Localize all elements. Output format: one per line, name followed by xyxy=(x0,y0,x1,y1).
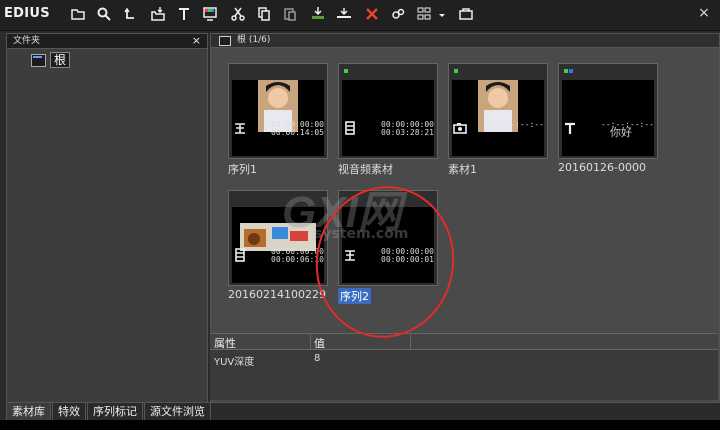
bin-panel-header: 根 (1/6) xyxy=(211,34,719,48)
clip-item[interactable]: 00:00:00:00 00:00:14:05 序列1 xyxy=(228,63,328,176)
clip-name: 序列2 xyxy=(338,288,371,304)
clip-thumbnail: --:--:--:-- xyxy=(448,63,548,159)
video-indicator xyxy=(344,69,348,73)
audio-indicator xyxy=(569,69,573,73)
title-icon xyxy=(563,121,577,135)
bin-panel-title: 根 (1/6) xyxy=(237,35,271,45)
tree-root-item[interactable]: 根 xyxy=(31,52,71,68)
tab-sequence-markers[interactable]: 序列标记 xyxy=(87,402,143,421)
properties-col-value: 值 xyxy=(314,337,325,350)
properties-col-name: 属性 xyxy=(214,337,236,350)
view-icon[interactable] xyxy=(414,4,434,24)
tab-source-browser[interactable]: 源文件浏览 xyxy=(144,402,211,421)
folder-panel-close-button[interactable]: × xyxy=(192,34,201,48)
properties-panel: 属性 值 YUV深度 8 xyxy=(210,333,718,400)
thumbnail-portrait xyxy=(478,80,518,132)
sequence-icon xyxy=(233,121,247,135)
clip-item[interactable]: 00:00:00:00 00:03:28:21 视音频素材 xyxy=(338,63,438,176)
tree-root-label: 根 xyxy=(50,52,71,68)
dropdown-icon[interactable] xyxy=(436,4,448,24)
cut-icon[interactable] xyxy=(228,4,248,24)
title-icon[interactable] xyxy=(174,4,194,24)
clip-name: 素材1 xyxy=(448,163,477,176)
clip-timecode: --:--:--:-- xyxy=(601,120,654,129)
import-icon[interactable] xyxy=(148,4,168,24)
clip-name: 视音频素材 xyxy=(338,163,393,176)
clip-thumbnail: 00:00:00:00 00:03:28:21 xyxy=(338,63,438,159)
video-indicator xyxy=(564,69,568,73)
bottom-bar xyxy=(0,420,720,430)
clip-icon xyxy=(343,121,357,135)
add-to-timeline-icon[interactable] xyxy=(308,4,328,24)
clip-timecode: 00:00:00:00 00:03:28:21 xyxy=(381,120,434,137)
thumbnail-banner xyxy=(240,223,316,251)
insert-icon[interactable] xyxy=(334,4,354,24)
folder-panel-title: 文件夹 xyxy=(13,36,41,46)
delete-icon[interactable] xyxy=(362,4,382,24)
clip-item[interactable]: --:--:--:-- 素材1 xyxy=(448,63,548,176)
monitor-icon[interactable] xyxy=(200,4,220,24)
toolbar: EDIUS × xyxy=(0,0,720,31)
clip-item[interactable]: 你好 --:--:--:-- 20160126-0000 xyxy=(558,63,658,174)
property-value: 8 xyxy=(314,353,321,364)
properties-header: 属性 值 xyxy=(210,334,718,350)
clip-name: 20160126-0000 xyxy=(558,161,646,174)
clip-timecode: --:--:--:-- xyxy=(491,120,544,129)
new-folder-icon[interactable] xyxy=(68,4,88,24)
sequence-icon xyxy=(343,248,357,262)
copy-icon[interactable] xyxy=(254,4,274,24)
folder-panel-header: 文件夹 × xyxy=(7,34,207,49)
window-close-button[interactable]: × xyxy=(696,5,712,21)
clip-name: 序列1 xyxy=(228,163,257,176)
up-icon[interactable] xyxy=(120,4,140,24)
folder-icon xyxy=(219,35,231,46)
clip-timecode: 00:00:00:00 00:00:06:10 xyxy=(271,247,324,264)
clip-timecode: 00:00:00:00 00:00:00:01 xyxy=(381,247,434,264)
clip-item[interactable]: 00:00:00:00 00:00:06:10 20160214100229 xyxy=(228,190,328,301)
folder-icon xyxy=(31,53,46,67)
clip-timecode: 00:00:00:00 00:00:14:05 xyxy=(271,120,324,137)
clip-thumbnail: 你好 --:--:--:-- xyxy=(558,63,658,159)
search-icon[interactable] xyxy=(94,4,114,24)
property-name: YUV深度 xyxy=(214,357,255,368)
tab-library[interactable]: 素材库 xyxy=(6,402,51,421)
camera-icon xyxy=(453,121,467,135)
clip-thumbnail: 00:00:00:00 00:00:06:10 xyxy=(228,190,328,286)
clip-name: 20160214100229 xyxy=(228,288,326,301)
tab-effects[interactable]: 特效 xyxy=(52,402,86,421)
tab-bar: 素材库 特效 序列标记 源文件浏览 xyxy=(6,402,212,421)
clip-thumbnail: 00:00:00:00 00:00:14:05 xyxy=(228,63,328,159)
clip-icon xyxy=(233,248,247,262)
paste-icon[interactable] xyxy=(280,4,300,24)
properties-icon[interactable] xyxy=(388,4,408,24)
app-brand: EDIUS xyxy=(4,6,50,21)
clip-thumbnail: 00:00:00:00 00:00:00:01 xyxy=(338,190,438,286)
thumbnail-portrait xyxy=(258,80,298,132)
folder-panel: 文件夹 × 根 xyxy=(6,33,208,403)
clip-item-selected[interactable]: 00:00:00:00 00:00:00:01 序列2 xyxy=(338,190,438,304)
video-indicator xyxy=(454,69,458,73)
batch-icon[interactable] xyxy=(456,4,476,24)
